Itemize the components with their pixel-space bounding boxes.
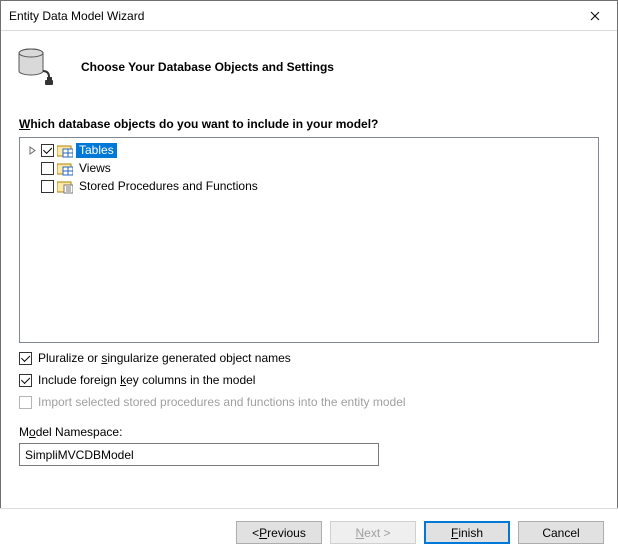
tree-label-tables: Tables bbox=[76, 143, 117, 158]
window-title: Entity Data Model Wizard bbox=[9, 9, 572, 23]
folder-table-icon bbox=[57, 144, 73, 158]
tree-item-tables[interactable]: Tables bbox=[26, 142, 592, 159]
checkbox-tables[interactable] bbox=[41, 144, 54, 157]
titlebar: Entity Data Model Wizard bbox=[1, 1, 617, 31]
wizard-heading: Choose Your Database Objects and Setting… bbox=[81, 60, 334, 74]
label-pluralize: Pluralize or singularize generated objec… bbox=[38, 351, 291, 365]
cancel-button[interactable]: Cancel bbox=[518, 521, 604, 544]
tree-label-views: Views bbox=[76, 161, 114, 176]
expander-icon[interactable] bbox=[26, 146, 38, 155]
tree-item-sprocs[interactable]: Stored Procedures and Functions bbox=[26, 178, 592, 195]
namespace-label: Model Namespace: bbox=[19, 425, 599, 439]
option-import-sprocs: Import selected stored procedures and fu… bbox=[19, 395, 599, 409]
next-button: Next > bbox=[330, 521, 416, 544]
close-icon bbox=[590, 11, 600, 21]
database-icon bbox=[17, 45, 61, 89]
checkbox-sprocs[interactable] bbox=[41, 180, 54, 193]
option-pluralize[interactable]: Pluralize or singularize generated objec… bbox=[19, 351, 599, 365]
checkbox-foreign-keys[interactable] bbox=[19, 374, 32, 387]
previous-button[interactable]: < Previous bbox=[236, 521, 322, 544]
label-foreign-keys: Include foreign key columns in the model bbox=[38, 373, 255, 387]
option-foreign-keys[interactable]: Include foreign key columns in the model bbox=[19, 373, 599, 387]
close-button[interactable] bbox=[572, 1, 617, 30]
label-import-sprocs: Import selected stored procedures and fu… bbox=[38, 395, 406, 409]
checkbox-pluralize[interactable] bbox=[19, 352, 32, 365]
checkbox-views[interactable] bbox=[41, 162, 54, 175]
folder-sproc-icon bbox=[57, 180, 73, 194]
wizard-footer: < Previous Next > Finish Cancel bbox=[0, 508, 618, 556]
checkbox-import-sprocs bbox=[19, 396, 32, 409]
wizard-header: Choose Your Database Objects and Setting… bbox=[1, 31, 617, 99]
namespace-input[interactable] bbox=[19, 443, 379, 466]
tree-label-sprocs: Stored Procedures and Functions bbox=[76, 179, 261, 194]
question-label: Which database objects do you want to in… bbox=[19, 117, 599, 131]
folder-view-icon bbox=[57, 162, 73, 176]
finish-button[interactable]: Finish bbox=[424, 521, 510, 544]
object-tree[interactable]: Tables Views Stored Procedures and Funct… bbox=[19, 137, 599, 343]
tree-item-views[interactable]: Views bbox=[26, 160, 592, 177]
